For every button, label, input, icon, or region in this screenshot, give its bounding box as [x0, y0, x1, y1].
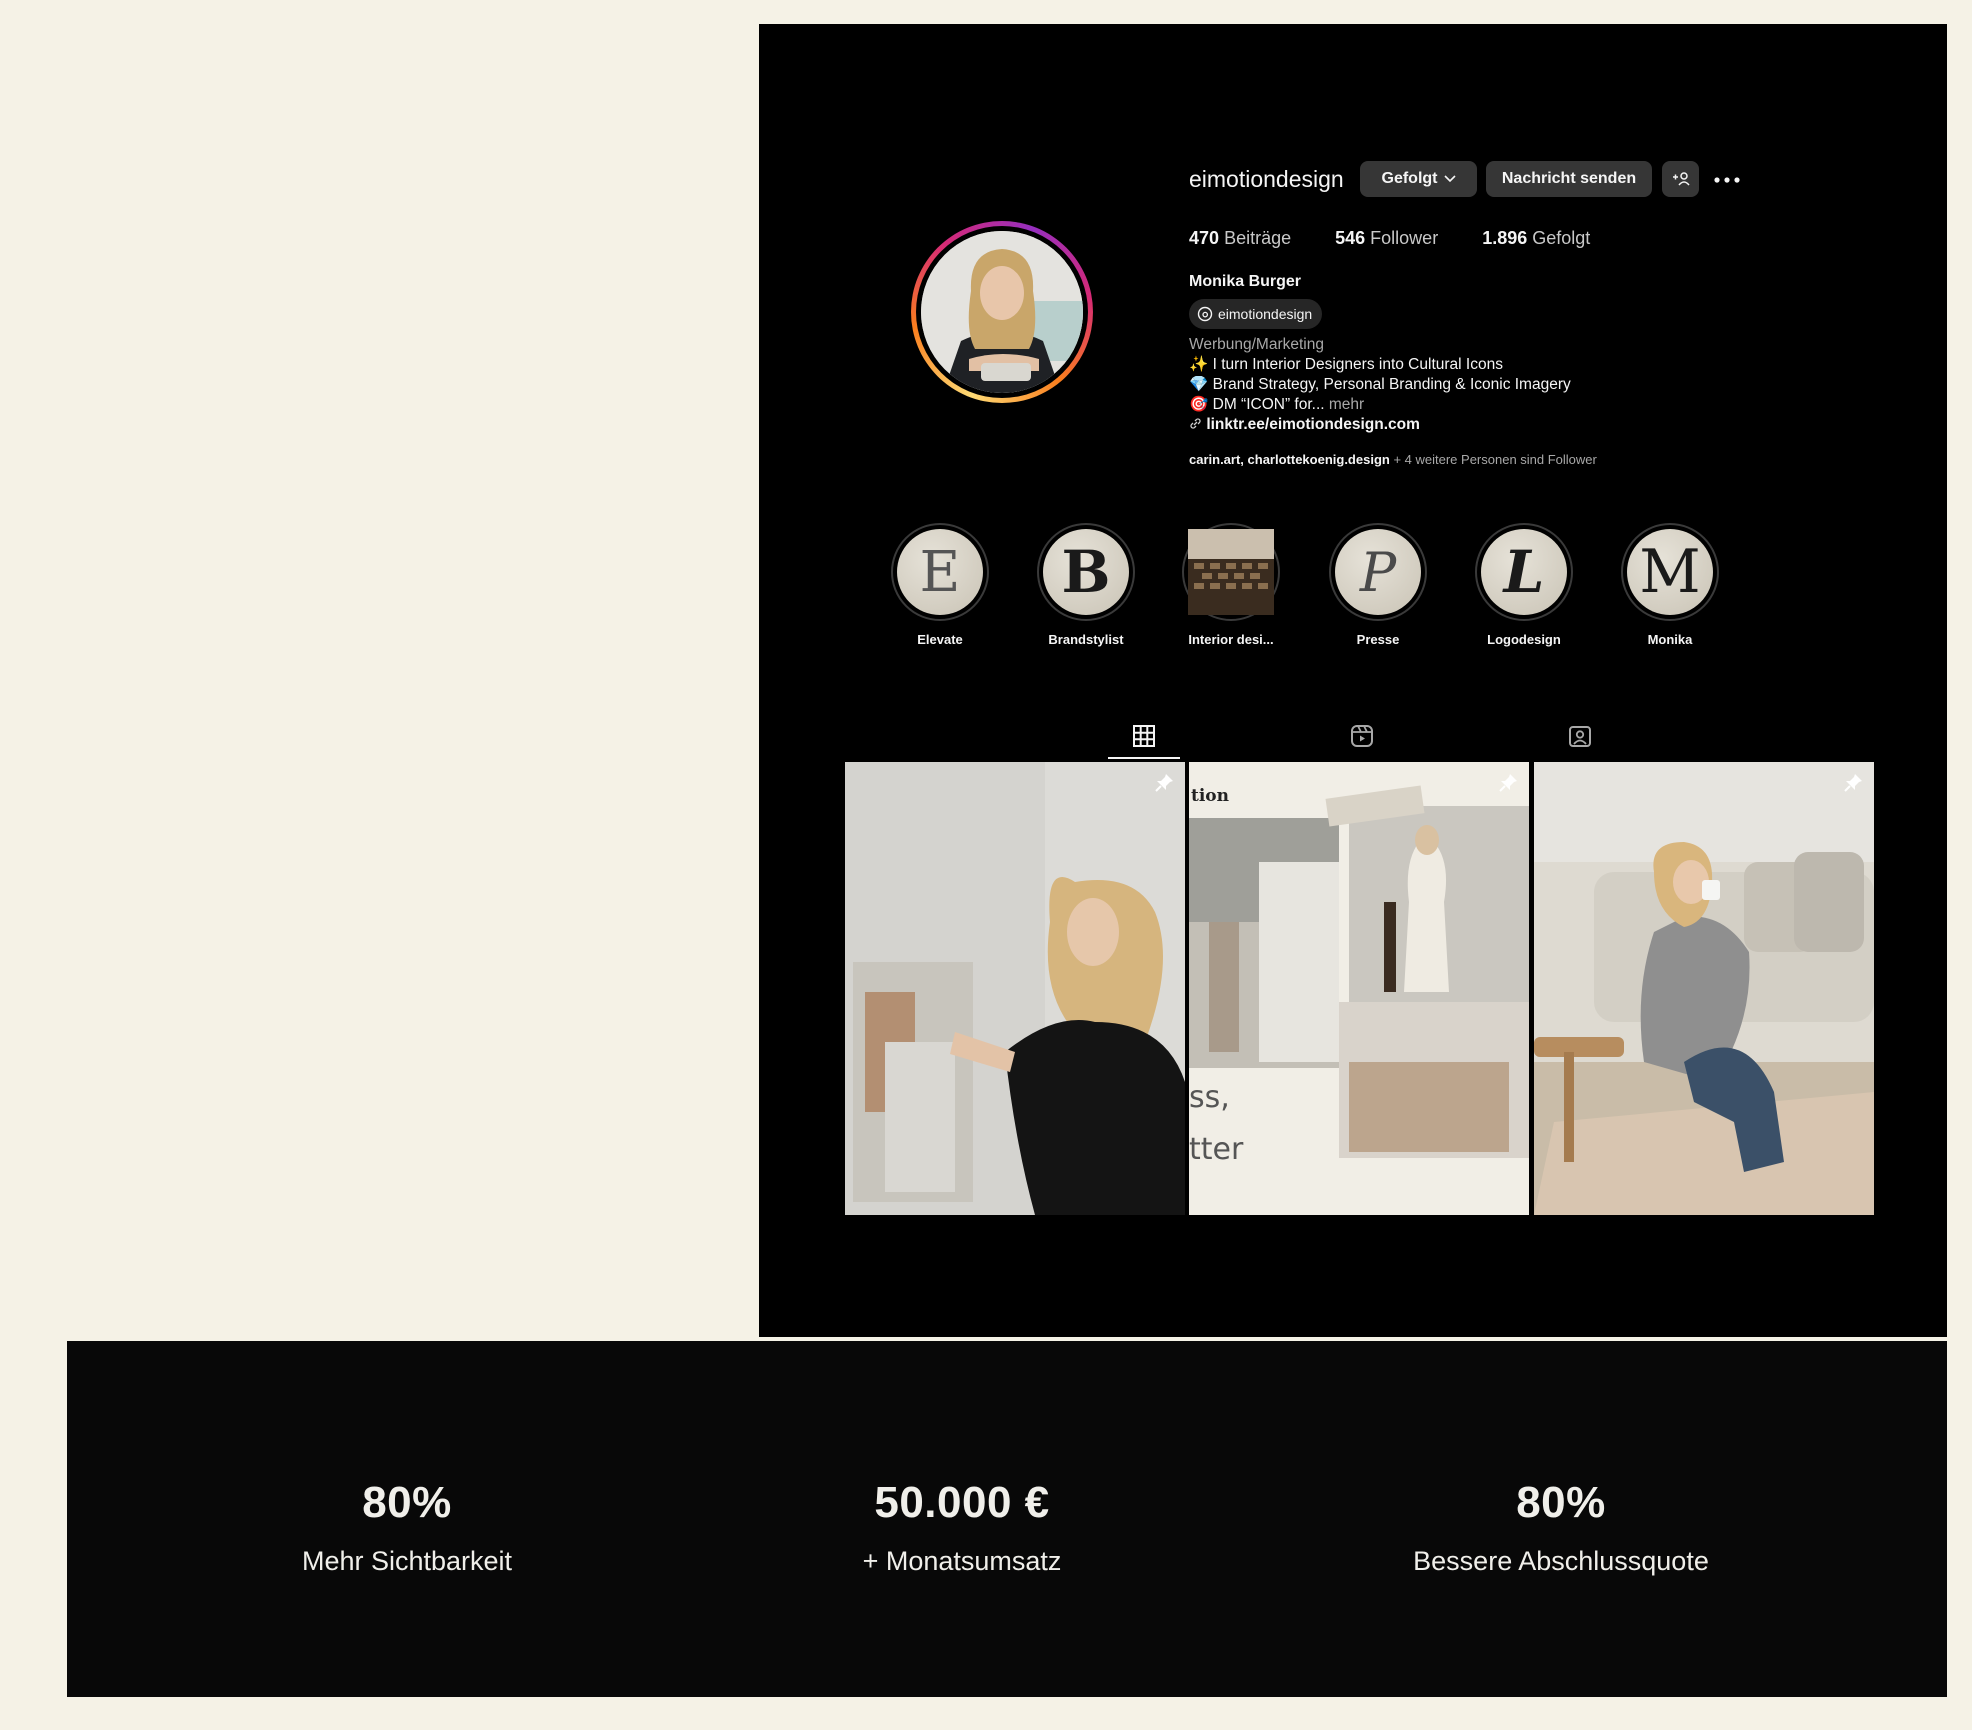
reels-icon[interactable]: [1349, 723, 1375, 749]
post-overlay-text-top: tion: [1191, 786, 1230, 806]
metric-revenue: 50.000 € + Monatsumsatz: [662, 1478, 1262, 1577]
highlight-label: Brandstylist: [1048, 632, 1124, 647]
profile-full-name: Monika Burger: [1189, 273, 1302, 290]
threads-handle: eimotiondesign: [1218, 306, 1313, 322]
following-stat[interactable]: 1.896 Gefolgt: [1482, 228, 1590, 249]
profile-username: eimotiondesign: [1189, 166, 1344, 192]
bio-line: 💎 Brand Strategy, Personal Branding & Ic…: [1189, 376, 1571, 393]
highlight-label: Logodesign: [1487, 632, 1561, 647]
add-person-icon: [1672, 172, 1690, 186]
grid-icon[interactable]: [1131, 723, 1157, 749]
highlight-monika[interactable]: M Monika: [1620, 523, 1720, 647]
post-overlay-text-bottom: tter: [1189, 1132, 1244, 1167]
avatar: [921, 231, 1083, 393]
post-image-woman-sofa: [1534, 762, 1874, 1215]
add-person-button[interactable]: [1662, 161, 1699, 197]
followed-by-text[interactable]: carin.art, charlottekoenig.design + 4 we…: [1189, 452, 1597, 467]
highlight-elevate[interactable]: E Elevate: [890, 523, 990, 647]
metric-visibility: 80% Mehr Sichtbarkeit: [107, 1478, 707, 1577]
pin-icon: [1155, 774, 1173, 792]
threads-badge[interactable]: eimotiondesign: [1189, 299, 1323, 329]
post-thumbnail[interactable]: [845, 762, 1185, 1215]
pin-icon: [1844, 774, 1862, 792]
followers-stat[interactable]: 546 Follower: [1335, 228, 1438, 249]
tagged-icon[interactable]: [1567, 723, 1593, 749]
profile-bio: Werbung/Marketing ✨ I turn Interior Desi…: [1189, 335, 1571, 435]
bio-line: ✨ I turn Interior Designers into Cultura…: [1189, 356, 1503, 373]
metric-caption: Bessere Abschlussquote: [1413, 1546, 1709, 1576]
profile-category: Werbung/Marketing: [1189, 336, 1324, 353]
highlight-brandstylist[interactable]: B Brandstylist: [1036, 523, 1136, 647]
highlight-label: Presse: [1356, 632, 1400, 647]
highlight-label: Monika: [1647, 632, 1693, 647]
highlight-label: Elevate: [917, 632, 963, 647]
metric-value: 50.000 €: [874, 1478, 1050, 1527]
chevron-down-icon: [1443, 175, 1456, 183]
interior-pattern-icon: [1188, 529, 1274, 615]
pin-icon: [1499, 774, 1517, 792]
following-button-label: Gefolgt: [1381, 170, 1438, 187]
following-button[interactable]: Gefolgt: [1360, 161, 1477, 197]
post-overlay-text-mid: ss,: [1189, 1080, 1230, 1115]
posts-stat[interactable]: 470 Beiträge: [1189, 228, 1291, 249]
post-image-woman-moodboard: [845, 762, 1185, 1215]
highlight-label: Interior desi...: [1188, 632, 1274, 647]
metric-value: 80%: [1516, 1478, 1606, 1527]
metric-caption: Mehr Sichtbarkeit: [301, 1546, 513, 1576]
profile-stats: 470 Beiträge 546 Follower 1.896 Gefolgt: [1189, 228, 1634, 249]
more-options-icon[interactable]: [1712, 168, 1742, 192]
profile-link[interactable]: linktr.ee/eimotiondesign.com: [1189, 415, 1571, 435]
bio-line: 🎯 DM “ICON” for... mehr: [1189, 396, 1365, 413]
metric-closing-rate: 80% Bessere Abschlussquote: [1261, 1478, 1861, 1577]
post-thumbnail[interactable]: [1534, 762, 1874, 1215]
highlight-logodesign[interactable]: L Logodesign: [1474, 523, 1574, 647]
highlight-interior-design[interactable]: Interior desi...: [1181, 523, 1281, 647]
active-tab-indicator: [1108, 757, 1180, 759]
post-thumbnail[interactable]: tion ss, tter: [1189, 762, 1529, 1215]
metric-caption: + Monatsumsatz: [862, 1546, 1062, 1576]
bio-more-link[interactable]: mehr: [1329, 396, 1364, 413]
highlight-presse[interactable]: P Presse: [1328, 523, 1428, 647]
send-message-button[interactable]: Nachricht senden: [1486, 161, 1652, 197]
threads-icon: [1197, 306, 1213, 322]
profile-avatar-ring[interactable]: [911, 221, 1093, 403]
metric-value: 80%: [362, 1478, 452, 1527]
link-icon: [1190, 418, 1201, 429]
